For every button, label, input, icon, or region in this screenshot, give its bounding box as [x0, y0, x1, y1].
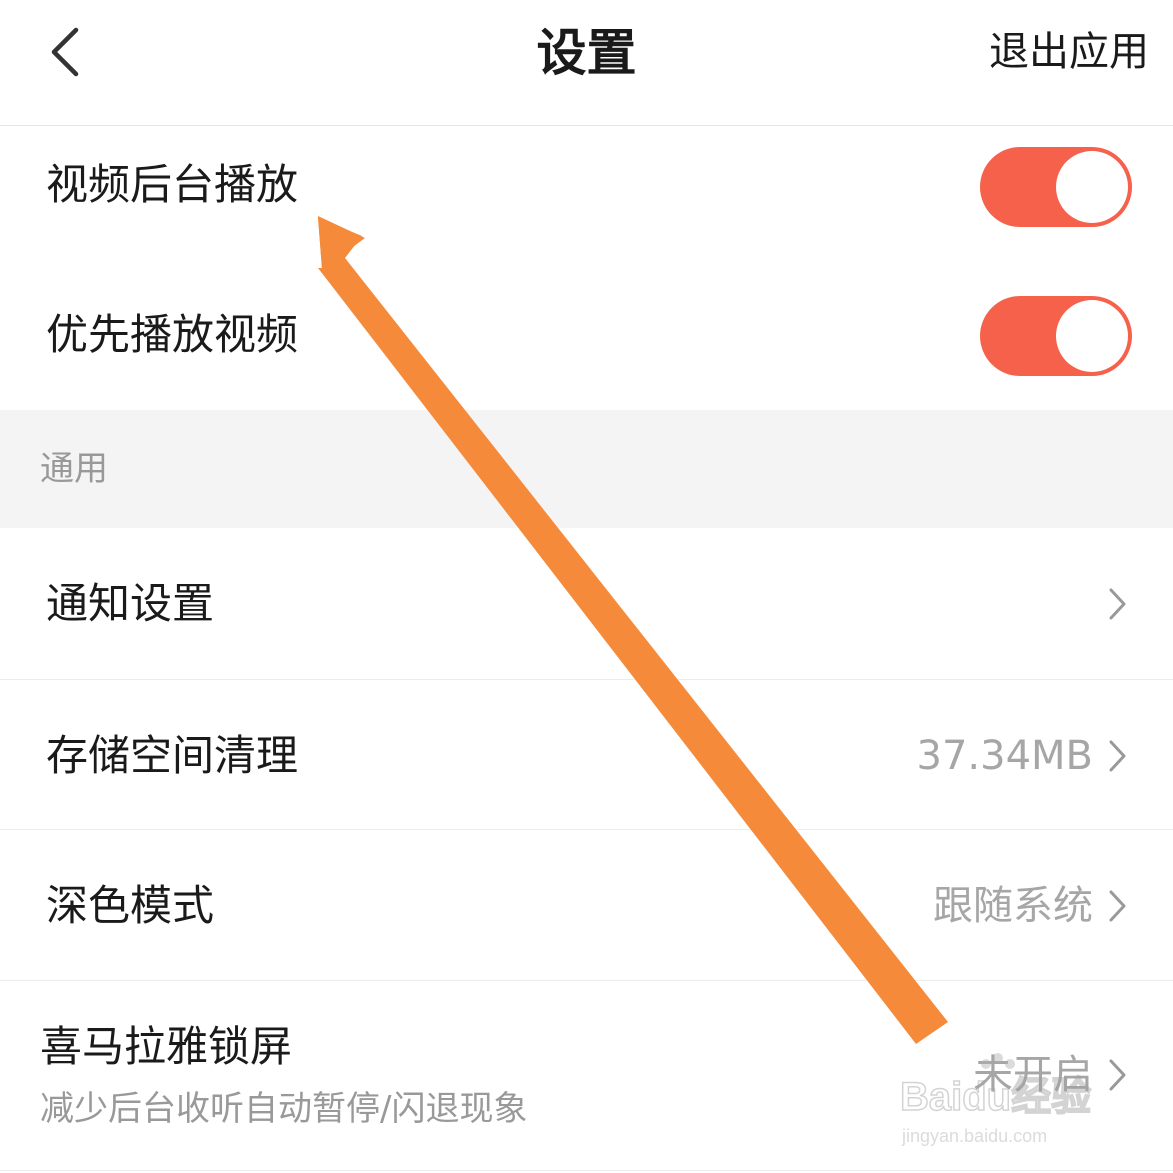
setting-label: 深色模式 [46, 881, 215, 930]
chevron-right-icon [1109, 740, 1126, 772]
watermark-url: jingyan.baidu.com [901, 1126, 1047, 1146]
setting-row-prefer-video: 优先播放视频 [0, 267, 1173, 410]
setting-label: 存储空间清理 [46, 731, 299, 780]
toggle-knob [1056, 151, 1128, 223]
back-chevron-icon[interactable] [40, 22, 90, 82]
setting-row-notifications[interactable]: 通知设置 [0, 528, 1173, 680]
watermark-brand: Baidu经验 [900, 1075, 1091, 1119]
setting-label: 优先播放视频 [46, 310, 299, 359]
setting-row-storage-cleanup[interactable]: 存储空间清理 37.34MB [0, 680, 1173, 830]
setting-subtitle: 减少后台收听自动暂停/闪退现象 [40, 1089, 528, 1129]
prefer-video-toggle[interactable] [980, 296, 1132, 376]
chevron-right-icon [1109, 890, 1126, 922]
baidu-watermark-logo: Baidu经验 jingyan.baidu.com [899, 1050, 1120, 1150]
chevron-right-icon [1109, 588, 1126, 620]
storage-size-value: 37.34MB [916, 733, 1093, 779]
toggle-knob [1056, 300, 1128, 372]
background-play-toggle[interactable] [980, 147, 1132, 227]
setting-label: 喜马拉雅锁屏 [40, 1022, 293, 1071]
section-header-general: 通用 [0, 410, 1173, 528]
top-bar: 设置 退出应用 [0, 0, 1173, 126]
dark-mode-value: 跟随系统 [933, 883, 1093, 929]
setting-label: 通知设置 [46, 579, 215, 628]
setting-label: 视频后台播放 [46, 160, 299, 209]
setting-row-background-play: 视频后台播放 [0, 127, 1173, 267]
page-title: 设置 [536, 24, 637, 82]
exit-app-button[interactable]: 退出应用 [989, 24, 1149, 80]
setting-row-dark-mode[interactable]: 深色模式 跟随系统 [0, 830, 1173, 981]
section-title: 通用 [40, 449, 108, 489]
watermark-graphic: Baidu经验 jingyan.baidu.com [899, 1053, 1092, 1146]
